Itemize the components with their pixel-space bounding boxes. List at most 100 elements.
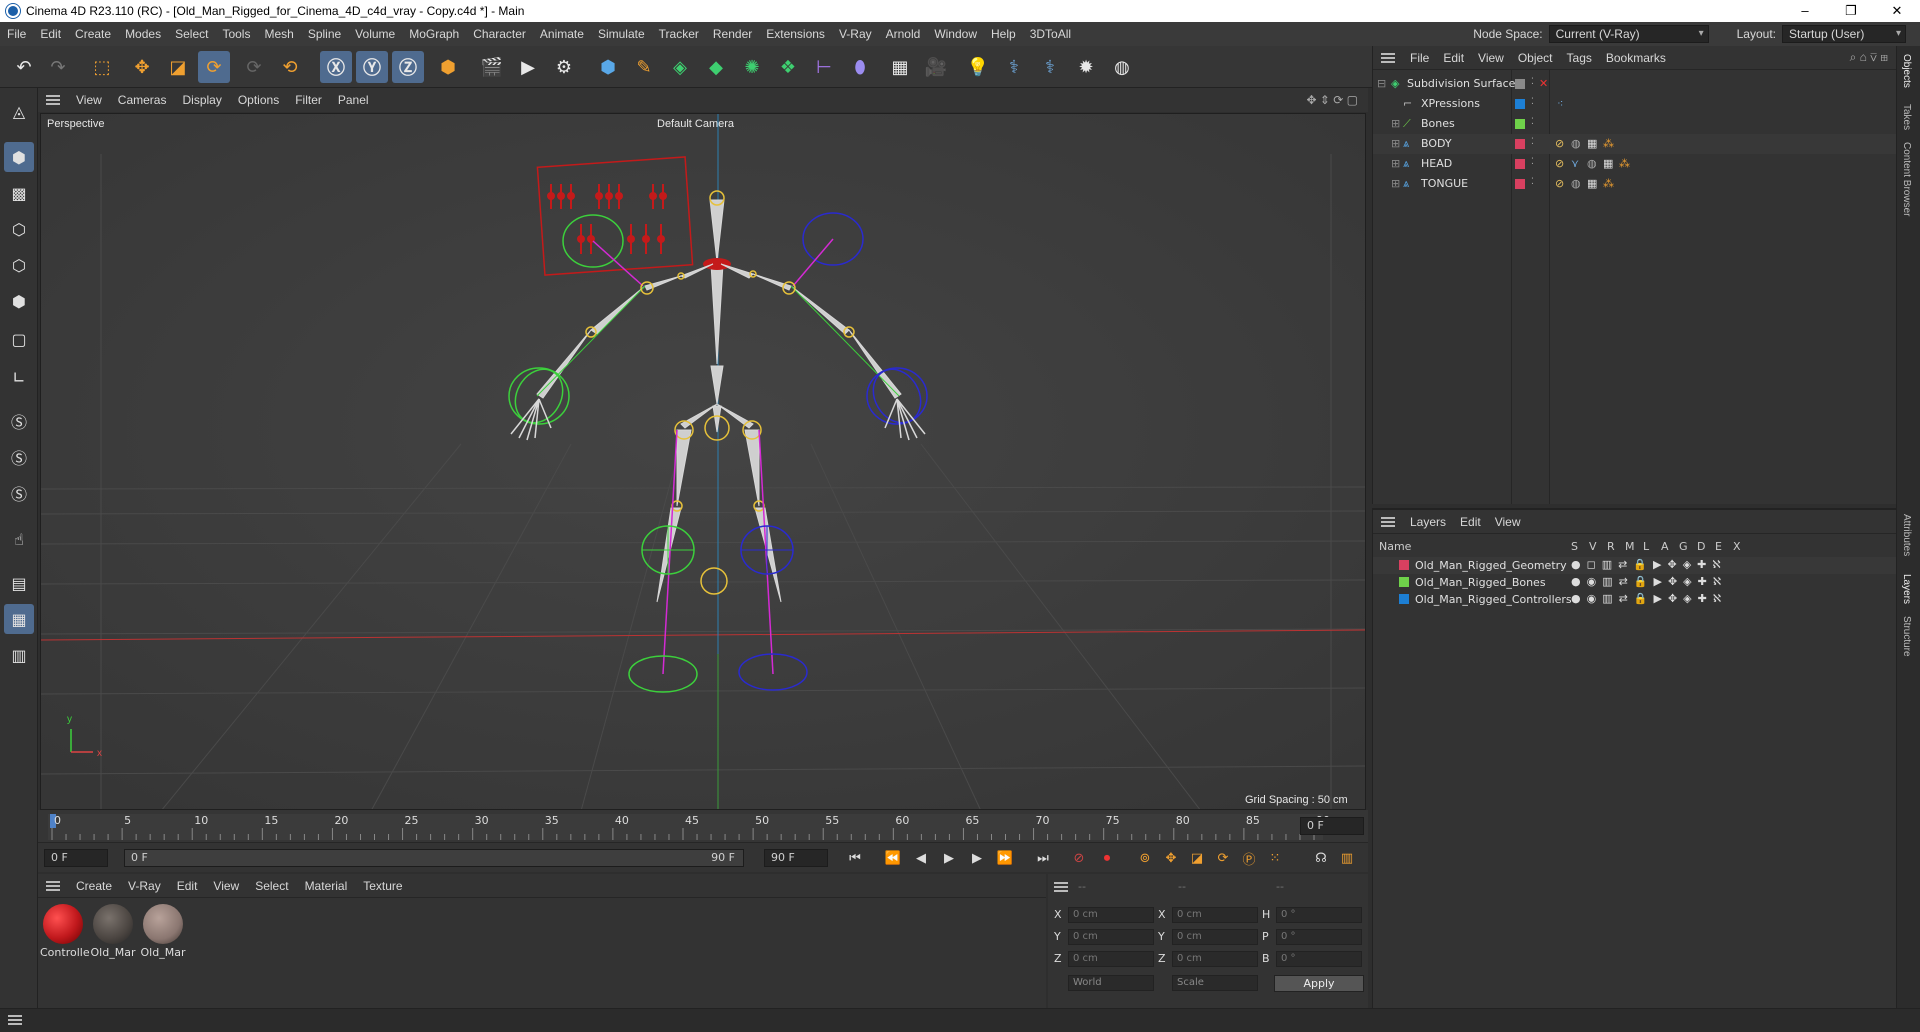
floor-object-icon[interactable]: ▦: [884, 51, 916, 83]
menu-window[interactable]: Window: [927, 27, 984, 41]
play-forward-icon[interactable]: ▶: [938, 848, 960, 868]
object-row-xpressions[interactable]: ⌐ XPressions ⁚ ⁖: [1373, 94, 1897, 114]
layer-color-swatch[interactable]: [1515, 179, 1525, 189]
material-tag-icon[interactable]: ◍: [1571, 137, 1581, 150]
end-frame-field[interactable]: 90 F: [764, 849, 828, 867]
layer-flag-column-header[interactable]: R: [1607, 540, 1615, 553]
object-row-head[interactable]: ⊞ ⩓ HEAD ⁚ ⊘ ⋎ ◍ ▦ ⁂: [1373, 154, 1897, 174]
workplane-icon[interactable]: ▤: [4, 568, 34, 598]
texture-mode-icon[interactable]: ▩: [4, 178, 34, 208]
vray-globe-icon[interactable]: ◍: [1106, 51, 1138, 83]
menu-mograph[interactable]: MoGraph: [402, 27, 466, 41]
size-z-field[interactable]: 0 cm: [1172, 951, 1258, 967]
menu-mesh[interactable]: Mesh: [257, 27, 300, 41]
object-manager-search-icons[interactable]: ⌕ ⌂ ⊽ ⊞: [1850, 50, 1896, 65]
planar-workplane-icon[interactable]: ▥: [4, 640, 34, 670]
layer-flag-column-header[interactable]: M: [1625, 540, 1635, 553]
layer-color-swatch[interactable]: [1515, 79, 1525, 89]
layer-color-swatch[interactable]: [1515, 139, 1525, 149]
recent-tools-icon[interactable]: ⟳: [238, 51, 270, 83]
tab-layers[interactable]: Layers: [1901, 574, 1912, 604]
pen-spline-icon[interactable]: ✎: [628, 51, 660, 83]
layer-flag-column-header[interactable]: E: [1715, 540, 1722, 553]
pos-z-field[interactable]: 0 cm: [1068, 951, 1154, 967]
keyframe-selection-icon[interactable]: ⊚: [1134, 848, 1156, 868]
visibility-dots-icon[interactable]: ⁚: [1531, 137, 1534, 147]
size-mode-dropdown[interactable]: Scale: [1172, 975, 1258, 991]
layer-manager-hamburger-icon[interactable]: [1381, 516, 1395, 527]
previous-key-icon[interactable]: ⏪: [882, 848, 904, 868]
layer-color-swatch[interactable]: [1399, 577, 1409, 587]
visibility-dots-icon[interactable]: ⁚: [1531, 117, 1534, 127]
object-menu-bookmarks[interactable]: Bookmarks: [1599, 51, 1673, 65]
go-to-end-icon[interactable]: ⏭: [1032, 848, 1054, 868]
light-object-icon[interactable]: 💡: [962, 51, 994, 83]
material-controller[interactable]: Controlle: [40, 904, 90, 959]
autokeying-icon[interactable]: ⏺: [1096, 848, 1118, 868]
layer-flag-column-header[interactable]: L: [1643, 540, 1649, 553]
layer-flag-column-header[interactable]: D: [1697, 540, 1705, 553]
visibility-dots-icon[interactable]: ⁚: [1531, 97, 1534, 107]
live-selection-icon[interactable]: ⬚: [86, 51, 118, 83]
layer-row-bones[interactable]: Old_Man_Rigged_Bones ●◉▥⇄🔒▶✥◈✚ℵ: [1373, 574, 1897, 591]
status-bar-hamburger-icon[interactable]: [8, 1015, 22, 1025]
3d-viewport[interactable]: Perspective Default Camera Grid Spacing …: [40, 113, 1366, 810]
world-coordinates-icon[interactable]: ⬢: [432, 51, 464, 83]
menu-arnold[interactable]: Arnold: [879, 27, 928, 41]
start-frame-field[interactable]: 0 F: [44, 849, 108, 867]
layer-color-swatch[interactable]: [1515, 99, 1525, 109]
timeline-ruler[interactable]: 051015202530354045505560657075808590 0 F: [38, 810, 1368, 842]
undo-icon[interactable]: ↶: [8, 51, 40, 83]
motion-system-icon[interactable]: ☊: [1310, 848, 1332, 868]
coordinate-mode-dropdown[interactable]: World: [1068, 975, 1154, 991]
close-button[interactable]: ✕: [1874, 3, 1920, 19]
layer-color-swatch[interactable]: [1399, 594, 1409, 604]
layer-name-column-header[interactable]: Name: [1379, 540, 1411, 553]
maximize-button[interactable]: ❐: [1828, 3, 1874, 19]
minimize-button[interactable]: –: [1782, 3, 1828, 19]
layer-color-swatch[interactable]: [1399, 560, 1409, 570]
expand-toggle-icon[interactable]: ⊟: [1377, 77, 1386, 90]
make-editable-icon[interactable]: ◬: [4, 96, 34, 126]
timeline-window-icon[interactable]: ▥: [1336, 848, 1358, 868]
tweak-mode-icon[interactable]: ☝: [4, 524, 34, 554]
record-rotation-icon[interactable]: ⟳: [1212, 848, 1234, 868]
skin-weight-tag-icon[interactable]: ⁂: [1603, 177, 1614, 190]
current-frame-field[interactable]: 0 F: [1300, 817, 1364, 835]
material-menu-edit[interactable]: Edit: [169, 879, 206, 893]
layout-dropdown[interactable]: Startup (User): [1782, 25, 1906, 43]
object-row-body[interactable]: ⊞ ⩓ BODY ⁚ ⊘ ◍ ▦ ⁂: [1373, 134, 1897, 154]
object-row-subdivision-surface[interactable]: ⊟ ◈ Subdivision Surface ⁚ ✕: [1373, 74, 1897, 94]
object-menu-object[interactable]: Object: [1511, 51, 1560, 65]
record-scale-icon[interactable]: ◪: [1186, 848, 1208, 868]
size-x-field[interactable]: 0 cm: [1172, 907, 1258, 923]
render-view-icon[interactable]: 🎬: [476, 51, 508, 83]
menu-modes[interactable]: Modes: [118, 27, 168, 41]
material-menu-texture[interactable]: Texture: [355, 879, 410, 893]
rot-b-field[interactable]: 0 °: [1276, 951, 1362, 967]
tab-objects[interactable]: Objects: [1901, 54, 1912, 88]
record-position-icon[interactable]: ✥: [1160, 848, 1182, 868]
pos-x-field[interactable]: 0 cm: [1068, 907, 1154, 923]
menu-select[interactable]: Select: [168, 27, 215, 41]
layer-flag-column-header[interactable]: S: [1571, 540, 1578, 553]
tab-content-browser[interactable]: Content Browser: [1901, 142, 1912, 216]
snapping-settings-icon[interactable]: Ⓢ: [4, 442, 34, 472]
record-active-objects-icon[interactable]: ⊘: [1068, 848, 1090, 868]
viewport-menu-display[interactable]: Display: [174, 93, 229, 107]
layer-menu-edit[interactable]: Edit: [1453, 515, 1488, 529]
viewport-menu-cameras[interactable]: Cameras: [110, 93, 175, 107]
points-mode-icon[interactable]: ⬡: [4, 214, 34, 244]
viewport-navigation-icons[interactable]: ✥ ⇕ ⟳ ▢: [1306, 93, 1368, 107]
pose-morph-tag-icon[interactable]: ⋎: [1571, 157, 1579, 170]
menu-create[interactable]: Create: [68, 27, 118, 41]
expand-toggle-icon[interactable]: ⊞: [1391, 137, 1400, 150]
menu-character[interactable]: Character: [466, 27, 533, 41]
expand-toggle-icon[interactable]: ⊞: [1391, 157, 1400, 170]
menu-animate[interactable]: Animate: [533, 27, 591, 41]
coordinate-system-icon[interactable]: ⟲: [274, 51, 306, 83]
frame-range-slider[interactable]: 0 F 90 F: [124, 849, 744, 867]
layer-flag-column-header[interactable]: G: [1679, 540, 1688, 553]
apply-button[interactable]: Apply: [1274, 975, 1364, 992]
viewport-menu-panel[interactable]: Panel: [330, 93, 377, 107]
